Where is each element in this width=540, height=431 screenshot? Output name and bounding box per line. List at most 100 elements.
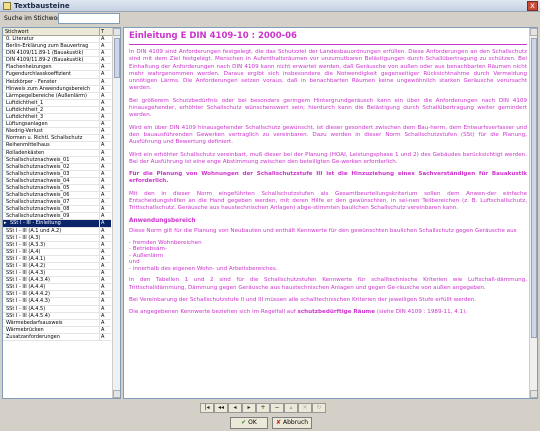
list-item[interactable]: Hinweis zum Anwendungsbereich A [3, 85, 111, 93]
text-scrollbar[interactable] [529, 28, 537, 398]
list-item[interactable]: Normen u. Richtl. Schallschutz A [3, 135, 111, 143]
list-item[interactable]: SSt I - III (A.4.5.4) A [3, 312, 111, 320]
list-item[interactable]: SSt I - III (A.4.2) A [3, 263, 111, 271]
list-item[interactable]: Schallschutznachweis_09 A [3, 213, 111, 221]
scroll-down-arrow[interactable] [113, 390, 120, 398]
text-content[interactable]: Einleitung E DIN 4109-10 : 2000-06 In DI… [124, 28, 531, 398]
list-item-type: A [101, 121, 105, 128]
list-item-name: Hinweis zum Anwendungsbereich [6, 85, 91, 92]
prev-record-button[interactable]: ◂ [228, 403, 242, 413]
list-item[interactable]: Fugendurchlasskoeffizient A [3, 71, 111, 79]
column-separator [99, 291, 100, 298]
scroll-thumb[interactable] [531, 38, 537, 338]
ok-button[interactable]: ✔ OK [230, 417, 268, 429]
list-item-name: Schallschutznachweis_07 [6, 199, 70, 206]
list-item[interactable]: SSt I - III (A.4.4.3) A [3, 298, 111, 306]
list-item-name: Reihenmittelhaus [6, 142, 50, 149]
list-item-type: A [101, 298, 105, 305]
list-item-name: SSt I - III (A.4.1) [6, 255, 46, 262]
scroll-up-arrow[interactable] [113, 28, 120, 36]
cancel-button[interactable]: ✘ Abbruch [272, 417, 312, 429]
close-button[interactable]: x [527, 1, 538, 11]
list-item-type: A [101, 284, 105, 291]
list-item-name: SSt I - III (A.4.4) [6, 284, 46, 291]
column-separator [99, 241, 100, 248]
list-item[interactable]: Schallschutznachweis_08 A [3, 206, 111, 214]
cancel-edit-button[interactable]: ✕ [298, 403, 312, 413]
list-item[interactable]: Lärmpegelbereiche (Außenlärm) A [3, 92, 111, 100]
search-input[interactable] [58, 13, 120, 24]
list-item[interactable]: Lüftungsanlagen A [3, 121, 111, 129]
prior-page-button[interactable]: ◂◂ [214, 403, 228, 413]
column-separator [99, 106, 100, 114]
list-item[interactable]: Schallschutznachweis_02 A [3, 163, 111, 171]
list-item-type: A [101, 277, 105, 284]
list-item[interactable]: Luftdichtheit_3 A [3, 114, 111, 122]
keyword-list[interactable]: Stichwort T 0. Literatur A Berlin-Erklärun… [2, 27, 121, 399]
list-item-type: A [101, 199, 105, 206]
list-item-name: Schallschutznachweis_09 [6, 213, 70, 220]
list-item[interactable]: SSt I - III (A.1 und A.2) A [3, 227, 111, 235]
list-item[interactable]: SSt I - III (A.4.4.2) A [3, 291, 111, 299]
list-item[interactable]: Zusatzanforderungen A [3, 333, 111, 342]
list-item[interactable]: Flachenheizungen A [3, 64, 111, 72]
list-item[interactable]: Wärmebrücken A [3, 326, 111, 334]
scroll-down-arrow[interactable] [530, 390, 537, 398]
list-item-type: A [101, 263, 105, 269]
insert-record-button[interactable]: + [256, 403, 270, 413]
list-item[interactable]: SSt I - III (A.4.3.4) A [3, 277, 111, 285]
list-item-name: Schallschutznachweis_08 [6, 206, 70, 213]
list-item[interactable]: Niedrig-Verlust A [3, 128, 111, 136]
list-item-name: SSt I - III (A.4.4.3) [6, 298, 50, 305]
list-item[interactable]: SSt I - III (A.4.4) A [3, 284, 111, 292]
next-record-button[interactable]: ▸ [242, 403, 256, 413]
list-item[interactable]: SSt I - III - Einleitung A [3, 220, 111, 228]
list-item[interactable]: DIN 4109/11.89-2 (Bauakustik) A [3, 57, 111, 65]
list-item[interactable]: Schallschutznachweis_04 A [3, 177, 111, 185]
list-item-type: A [101, 234, 105, 241]
list-item-name: Flachenheizungen [6, 64, 52, 71]
search-row: Suche im Stichwort [0, 12, 540, 26]
column-separator [99, 213, 100, 220]
scroll-thumb[interactable] [114, 38, 120, 78]
list-item[interactable]: Berlin-Erklärung zum Bauvertrag A [3, 43, 111, 51]
list-item[interactable]: Luftdichtheit_1 A [3, 99, 111, 107]
column-header-typ[interactable]: T [101, 29, 104, 35]
list-item-type: A [101, 227, 105, 234]
column-separator [99, 227, 100, 234]
list-item-type: A [101, 248, 105, 255]
bullet-list: - innerhalb des eigenen Wohn- und Arbeit… [129, 266, 527, 273]
paragraph: Diese Norm gilt für die Planung von Neub… [129, 227, 517, 234]
list-item[interactable]: Wärmebedarfsausweis A [3, 319, 111, 327]
list-item[interactable]: DIN 4109/11.89-1 (Bauakustik) A [3, 50, 111, 58]
delete-record-button[interactable]: − [270, 403, 284, 413]
list-item[interactable]: Luftdichtheit_2 A [3, 106, 111, 115]
list-item-type: A [101, 213, 105, 220]
column-divider[interactable] [99, 28, 100, 36]
list-item[interactable]: SSt I - III (A.4.3) A [3, 270, 111, 278]
column-separator [99, 284, 100, 291]
list-item[interactable]: Schallschutznachweis_06 A [3, 192, 111, 200]
list-item[interactable]: Schallschutznachweis_01 A [3, 156, 111, 164]
post-record-button[interactable]: ▴ [284, 403, 298, 413]
list-item[interactable]: SSt I - III (A.4.5) A [3, 305, 111, 313]
paragraph: In den Tabellen 1 und 2 sind für die Sch… [129, 277, 527, 291]
list-item[interactable]: 0. Literatur A [3, 36, 111, 44]
refresh-button[interactable]: ↻ [312, 403, 326, 413]
list-scrollbar[interactable] [112, 28, 120, 398]
column-header-stichwort[interactable]: Stichwort [5, 29, 29, 35]
scroll-up-arrow[interactable] [530, 28, 537, 36]
first-record-button[interactable]: |◂ [200, 403, 214, 413]
list-item[interactable]: Schallschutznachweis_07 A [3, 199, 111, 207]
list-item[interactable]: Reihenmittelhaus A [3, 142, 111, 150]
list-item[interactable]: SSt I - III (A.3) A [3, 234, 111, 242]
list-item[interactable]: Schallschutznachweis_05 A [3, 184, 111, 193]
column-separator [99, 184, 100, 192]
list-item[interactable]: SSt I - III (A.4.1) A [3, 255, 111, 263]
list-item[interactable]: Rolladenkästen A [3, 149, 111, 157]
list-item[interactable]: Schallschutznachweis_03 A [3, 170, 111, 178]
list-item[interactable]: SSt I - III (A.3.3) A [3, 241, 111, 249]
text-editor[interactable]: Einleitung E DIN 4109-10 : 2000-06 In DI… [123, 27, 538, 399]
list-item[interactable]: SSt I - III (A.4) A [3, 248, 111, 256]
list-item[interactable]: Heizkörper - Fenster A [3, 78, 111, 86]
